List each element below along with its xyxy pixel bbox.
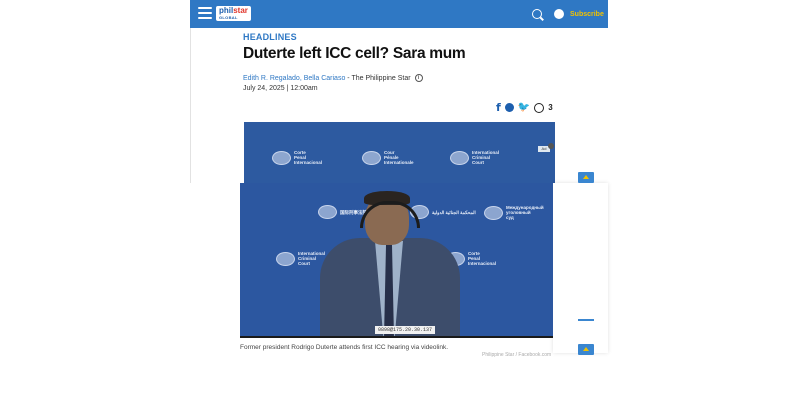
side-indicator (578, 319, 594, 321)
icc-logo-english: International Criminal Court (276, 251, 325, 266)
publication-name: - The Philippine Star (345, 74, 411, 82)
video-progress-bar[interactable] (240, 336, 553, 338)
close-ad-icon[interactable] (548, 143, 554, 149)
photo-caption: Former president Rodrigo Duterte attends… (240, 344, 449, 351)
section-kicker[interactable]: HEADLINES (243, 32, 297, 42)
facebook-share-icon[interactable]: f (496, 101, 501, 114)
icc-emblem-icon (276, 251, 295, 266)
byline: Edith R. Regalado, Bella Cariaso - The P… (243, 74, 423, 82)
subscribe-button[interactable]: Subscribe (570, 11, 604, 18)
video-player[interactable]: 国际刑事法院 المحكمة الجنائية الدولية Междунар… (240, 183, 553, 338)
share-bar: f 🐦 3 (496, 101, 553, 114)
philstar-logo[interactable]: philstar GLOBAL (216, 6, 251, 21)
icc-logo-english: International Criminal Court (450, 150, 499, 165)
video-frame-top[interactable]: Corte Penal Internacional Cour Pénale In… (244, 122, 555, 183)
video-timecode: 0898@175.20.30.137 (375, 326, 436, 334)
icc-logo-spanish: Corte Penal Internacional (272, 150, 322, 165)
icc-emblem-icon (272, 150, 291, 165)
logo-sub-text: GLOBAL (219, 15, 238, 20)
info-icon[interactable]: i (414, 74, 423, 82)
right-rail (553, 183, 608, 353)
search-icon[interactable] (532, 9, 542, 19)
icc-logo-french: Cour Pénale Internationale (362, 150, 414, 165)
logo-main-text: phil (219, 6, 234, 15)
messenger-share-icon[interactable] (504, 103, 514, 112)
icc-emblem-icon (362, 150, 381, 165)
icc-emblem-icon (484, 205, 503, 220)
logo-accent-text: star (233, 6, 248, 15)
icc-logo-arabic: المحكمة الجنائية الدولية (410, 205, 476, 219)
hamburger-menu-icon[interactable] (198, 7, 212, 19)
article-title: Duterte left ICC cell? Sara mum (243, 45, 466, 62)
icc-logo-chinese: 国际刑事法院 (318, 205, 367, 219)
comment-count: 3 (548, 103, 553, 112)
icc-emblem-icon (450, 150, 469, 165)
icc-logo-russian: Международный уголовный суд (484, 205, 544, 220)
icc-emblem-icon (318, 205, 337, 219)
publish-date: July 24, 2025 | 12:00am (243, 85, 318, 92)
comment-icon[interactable] (534, 102, 545, 113)
user-icon[interactable] (554, 9, 564, 19)
photo-credit: Philippine Star / Facebook.com (482, 352, 552, 358)
top-app-bar: philstar GLOBAL Subscribe (190, 0, 608, 28)
author-links[interactable]: Edith R. Regalado, Bella Cariaso (243, 75, 345, 82)
scroll-up-icon[interactable] (578, 344, 594, 355)
scroll-up-icon[interactable] (578, 172, 594, 183)
twitter-share-icon[interactable]: 🐦 (518, 102, 530, 113)
